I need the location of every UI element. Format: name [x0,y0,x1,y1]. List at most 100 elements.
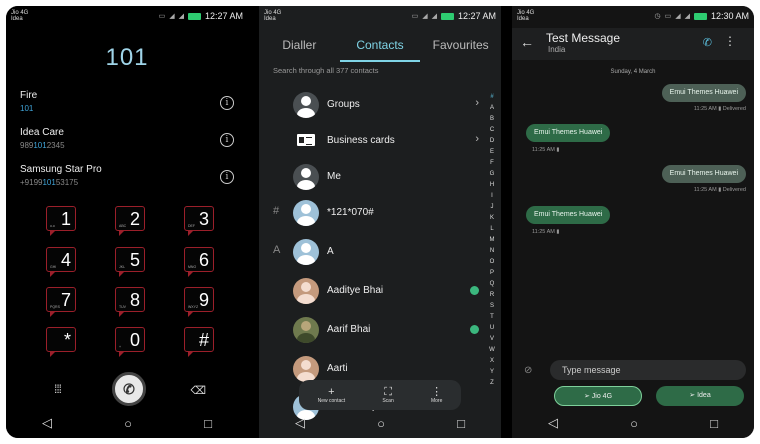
dialed-number: 101 [105,44,149,71]
send-sim1-button[interactable]: ➢ Jio 4G [554,386,642,406]
index-letter[interactable]: R [487,290,497,301]
list-item[interactable]: Business cards › [259,124,501,160]
suggestion-row[interactable]: Idea Care 9891012345 i [20,127,238,161]
alarm-icon: ◷ [654,13,661,20]
index-letter[interactable]: P [487,268,497,279]
index-letter[interactable]: E [487,147,497,158]
message-bubble-sent[interactable]: Emui Themes Huawei [661,165,746,183]
index-letter[interactable]: L [487,224,497,235]
more-icon: ⋮ [431,386,443,398]
back-icon[interactable]: ◁ [42,415,52,431]
suggestion-row[interactable]: Samsung Star Pro +919910153175 i [20,164,238,198]
list-item[interactable]: Me [259,160,501,196]
dialpad-key-8[interactable]: 8 TUV [115,287,145,312]
phone-icon[interactable]: ✆ [703,36,712,49]
back-arrow-icon[interactable]: ← [520,34,534,50]
dialpad-key-4[interactable]: 4 GHI [46,247,76,272]
back-icon[interactable]: ◁ [548,415,558,431]
dialpad-key-hash[interactable]: # [184,327,214,352]
index-letter[interactable]: N [487,246,497,257]
clock: 12:30 AM [710,11,749,21]
call-button[interactable]: ✆ [112,372,146,406]
signal-icon: ◢ [178,13,184,20]
tab-bar: Dialler Contacts Favourites [259,28,501,62]
index-letter[interactable]: V [487,334,497,345]
tab-favourites[interactable]: Favourites [420,28,501,62]
suggestion-row[interactable]: Fire 101 i [20,90,238,124]
message-bubble-received[interactable]: Emui Themes Huawei [526,206,611,224]
group-icon [293,92,319,118]
dialpad-key-1[interactable]: 1 o.o [46,206,76,231]
avatar [293,278,319,304]
search-input[interactable]: Search through all 377 contacts [273,66,378,75]
message-bubble-sent[interactable]: Emui Themes Huawei [661,84,746,102]
dialpad-key-3[interactable]: 3 DEF [184,206,214,231]
dialpad-key-6[interactable]: 6 MNO [184,247,214,272]
new-contact-button[interactable]: + New contact [318,386,346,404]
alphabet-index[interactable]: # A B C D E F G H I J K L M N O P Q R S T U V W X Y Z [487,92,497,389]
scan-button[interactable]: ⛶ Scan [382,386,393,404]
index-letter[interactable]: B [487,114,497,125]
carrier-label: Idea [264,16,276,22]
index-letter[interactable]: # [487,92,497,103]
dialpad-key-0[interactable]: 0 + [115,327,145,352]
suggestion-name: Idea Care [20,127,64,138]
index-letter[interactable]: Y [487,367,497,378]
dialpad-key-2[interactable]: 2 ABC [115,206,145,231]
home-icon[interactable]: ○ [377,416,385,431]
list-item[interactable]: Aaditye Bhai [259,274,501,310]
index-letter[interactable]: M [487,235,497,246]
index-letter[interactable]: Z [487,378,497,389]
index-letter[interactable]: G [487,169,497,180]
home-icon[interactable]: ○ [124,416,132,431]
dialpad-key-7[interactable]: 7 PQRS [46,287,76,312]
info-icon[interactable]: i [220,170,234,184]
index-letter[interactable]: H [487,180,497,191]
index-letter[interactable]: W [487,345,497,356]
index-letter[interactable]: D [487,136,497,147]
list-item[interactable]: Groups › [259,88,501,124]
info-icon[interactable]: i [220,96,234,110]
message-input[interactable]: Type message [550,360,746,380]
home-icon[interactable]: ○ [630,416,638,431]
index-letter[interactable]: T [487,312,497,323]
avatar [293,164,319,190]
index-letter[interactable]: A [487,103,497,114]
list-item[interactable]: Aarif Bhai [259,313,501,349]
more-button[interactable]: ⋮ More [431,386,442,404]
dialpad-toggle-icon[interactable]: ⁞⁞⁞ [54,382,62,396]
index-letter[interactable]: S [487,301,497,312]
backspace-icon[interactable]: ⌫ [190,384,206,397]
index-letter[interactable]: C [487,125,497,136]
index-letter[interactable]: Q [487,279,497,290]
index-letter[interactable]: O [487,257,497,268]
tab-dialler[interactable]: Dialler [259,28,340,62]
battery-icon [693,12,707,20]
index-letter[interactable]: J [487,202,497,213]
send-sim2-button[interactable]: ➢ Idea [656,386,744,406]
battery-icon [440,12,454,20]
list-item[interactable]: A [259,235,501,271]
contacts-screen: Jio 4G Idea ▭ ◢ ◢ 12:27 AM Dialler Contacts … [259,6,501,438]
back-icon[interactable]: ◁ [295,415,305,431]
recents-icon[interactable]: □ [457,416,465,431]
avatar [293,356,319,382]
list-item[interactable]: *121*070# [259,196,501,232]
index-letter[interactable]: U [487,323,497,334]
tab-contacts[interactable]: Contacts [339,28,421,62]
overflow-menu-icon[interactable]: ⋮ [724,34,736,48]
dialpad-key-5[interactable]: 5 JKL [115,247,145,272]
index-letter[interactable]: K [487,213,497,224]
message-bubble-received[interactable]: Emui Themes Huawei [526,124,611,142]
index-letter[interactable]: X [487,356,497,367]
status-bar: Jio 4G Idea ▭ ◢ ◢ 12:27 AM [6,6,248,28]
recents-icon[interactable]: □ [710,416,718,431]
recents-icon[interactable]: □ [204,416,212,431]
dialpad-key-9[interactable]: 9 WXYZ [184,287,214,312]
info-icon[interactable]: i [220,133,234,147]
dialpad-key-star[interactable]: * [46,327,76,352]
index-letter[interactable]: I [487,191,497,202]
attach-icon[interactable]: ⊘ [524,365,532,376]
message-meta: 11:25 AM ▮ Delivered [693,187,746,193]
index-letter[interactable]: F [487,158,497,169]
